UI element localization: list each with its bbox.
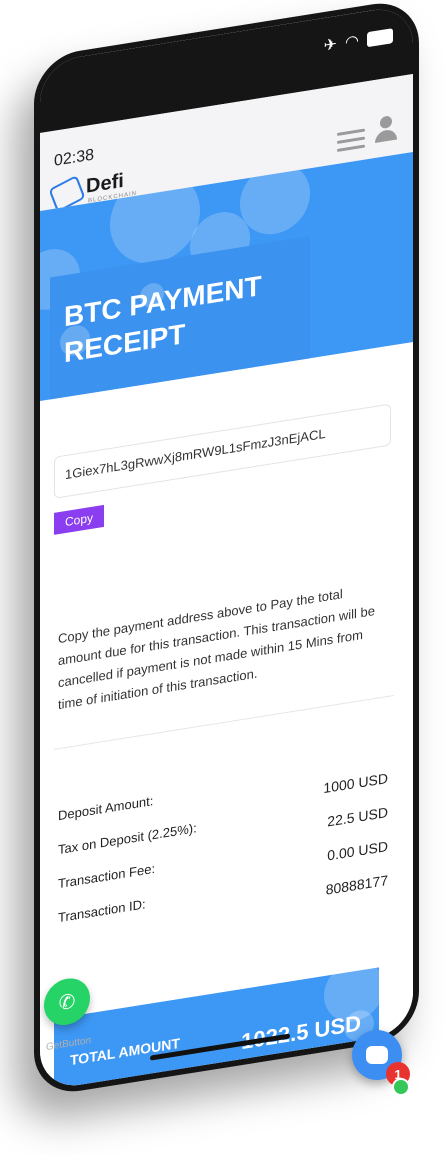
payment-details: Deposit Amount: 1000 USD Tax on Deposit … [58, 756, 388, 944]
payment-address[interactable]: 1Giex7hL3gRwwXj8mRW9L1sFmzJ3nEjACL [65, 426, 326, 482]
payment-address-field[interactable]: 1Giex7hL3gRwwXj8mRW9L1sFmzJ3nEjACL [54, 403, 391, 499]
phone-screen: ✈ ◠ 02:38 Defi BLOCKCHAIN BTC PAYMENT RE… [40, 3, 413, 1092]
phone-frame: ✈ ◠ 02:38 Defi BLOCKCHAIN BTC PAYMENT RE… [34, 0, 419, 1099]
detail-value: 80888177 [325, 871, 388, 898]
hamburger-menu-icon[interactable] [337, 124, 365, 157]
main-content: BTC PAYMENT RECEIPT 1Giex7hL3gRwwXj8mRW9… [40, 151, 413, 1092]
user-icon[interactable] [375, 115, 397, 144]
status-icons: ✈ ◠ [324, 25, 393, 56]
payment-notice: Copy the payment address above to Pay th… [58, 586, 375, 713]
wifi-icon: ◠ [345, 32, 359, 52]
online-status-dot [392, 1078, 410, 1096]
chat-bubble-icon [366, 1046, 388, 1064]
battery-icon [367, 27, 393, 47]
stage: ✈ ◠ 02:38 Defi BLOCKCHAIN BTC PAYMENT RE… [0, 0, 446, 1155]
copy-button[interactable]: Copy [54, 504, 104, 535]
total-value: 1022.5 USD [241, 1010, 361, 1055]
total-amount-card: TOTAL AMOUNT 1022.5 USD Taxes included [54, 967, 379, 1092]
airplane-icon: ✈ [323, 36, 338, 56]
detail-label: Deposit Amount: [58, 793, 154, 824]
